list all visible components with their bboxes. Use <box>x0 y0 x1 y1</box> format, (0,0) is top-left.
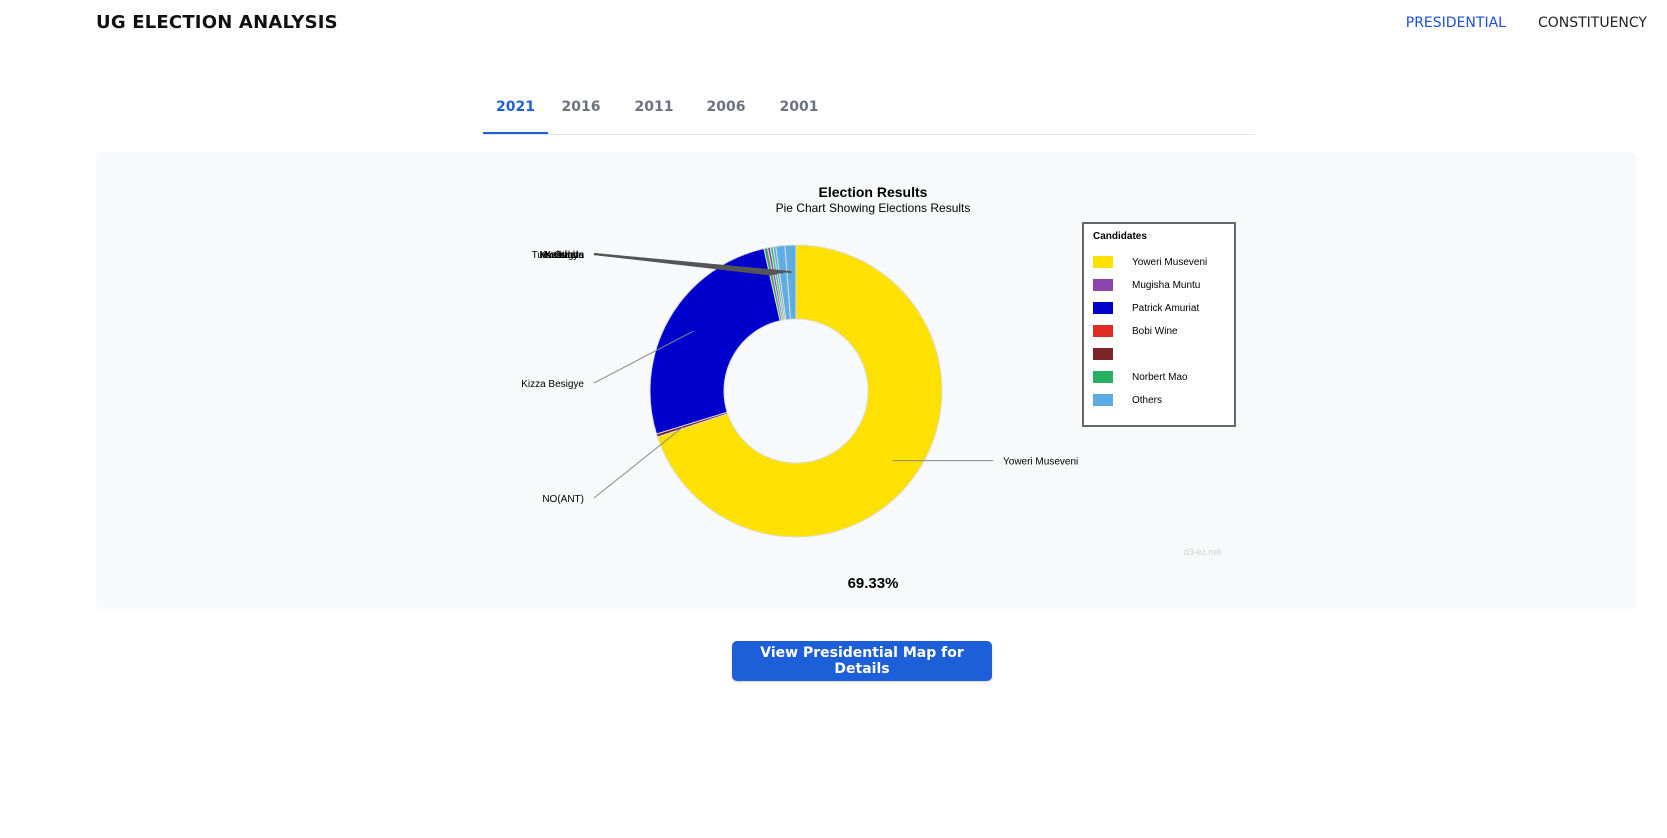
legend-swatch-5 <box>1093 371 1113 383</box>
legend-swatch-4 <box>1093 348 1113 360</box>
legend-swatch-6 <box>1093 394 1113 406</box>
main-nav: PRESIDENTIAL CONSTITUENCY <box>1406 15 1647 31</box>
nav-presidential[interactable]: PRESIDENTIAL <box>1406 15 1506 31</box>
year-tabs: 2021 2016 2011 2006 2001 <box>483 88 1255 135</box>
tab-2006[interactable]: 2006 <box>700 88 752 133</box>
pie-slices <box>649 244 943 538</box>
legend-label-6: Others <box>1132 395 1162 406</box>
tab-2001[interactable]: 2001 <box>773 88 825 133</box>
legend-swatch-3 <box>1093 325 1113 337</box>
slice-label-1: NO(ANT) <box>542 494 584 505</box>
chart-title: Election Results <box>819 184 928 200</box>
tab-2016[interactable]: 2016 <box>555 88 607 133</box>
slice-label-2: Kizza Besigye <box>521 379 584 390</box>
chart-subtitle: Pie Chart Showing Elections Results <box>776 201 971 215</box>
legend-swatch-0 <box>1093 256 1113 268</box>
chart-legend: Candidates Yoweri Museveni Mugisha Muntu P… <box>1082 222 1236 427</box>
nav-constituency[interactable]: CONSTITUENCY <box>1538 15 1647 31</box>
app-title: UG ELECTION ANALYSIS <box>96 12 338 33</box>
legend-label-0: Yoweri Museveni <box>1132 257 1207 268</box>
center-percentage: 69.33% <box>848 575 899 592</box>
slice-label-0: Yoweri Museveni <box>1003 457 1078 468</box>
top-header: UG ELECTION ANALYSIS PRESIDENTIAL CONSTI… <box>0 0 1667 48</box>
legend-label-5: Norbert Mao <box>1132 372 1188 383</box>
pie-slice-2[interactable] <box>649 247 781 435</box>
slice-label-8: Others <box>554 250 584 261</box>
legend-label-1: Mugisha Muntu <box>1132 280 1200 291</box>
legend-label-3: Bobi Wine <box>1132 326 1178 337</box>
chart-panel: Election Results Pie Chart Showing Elect… <box>96 152 1636 609</box>
legend-swatch-1 <box>1093 279 1113 291</box>
chart-watermark: d3-ez.net <box>1183 547 1221 557</box>
legend-swatch-2 <box>1093 302 1113 314</box>
legend-label-2: Patrick Amuriat <box>1132 303 1199 314</box>
tab-2021[interactable]: 2021 <box>483 88 548 134</box>
view-map-button[interactable]: View Presidential Map for Details <box>732 641 992 681</box>
donut-chart: Election Results Pie Chart Showing Elect… <box>521 184 1236 592</box>
legend-title: Candidates <box>1093 231 1147 242</box>
tab-2011[interactable]: 2011 <box>628 88 680 133</box>
